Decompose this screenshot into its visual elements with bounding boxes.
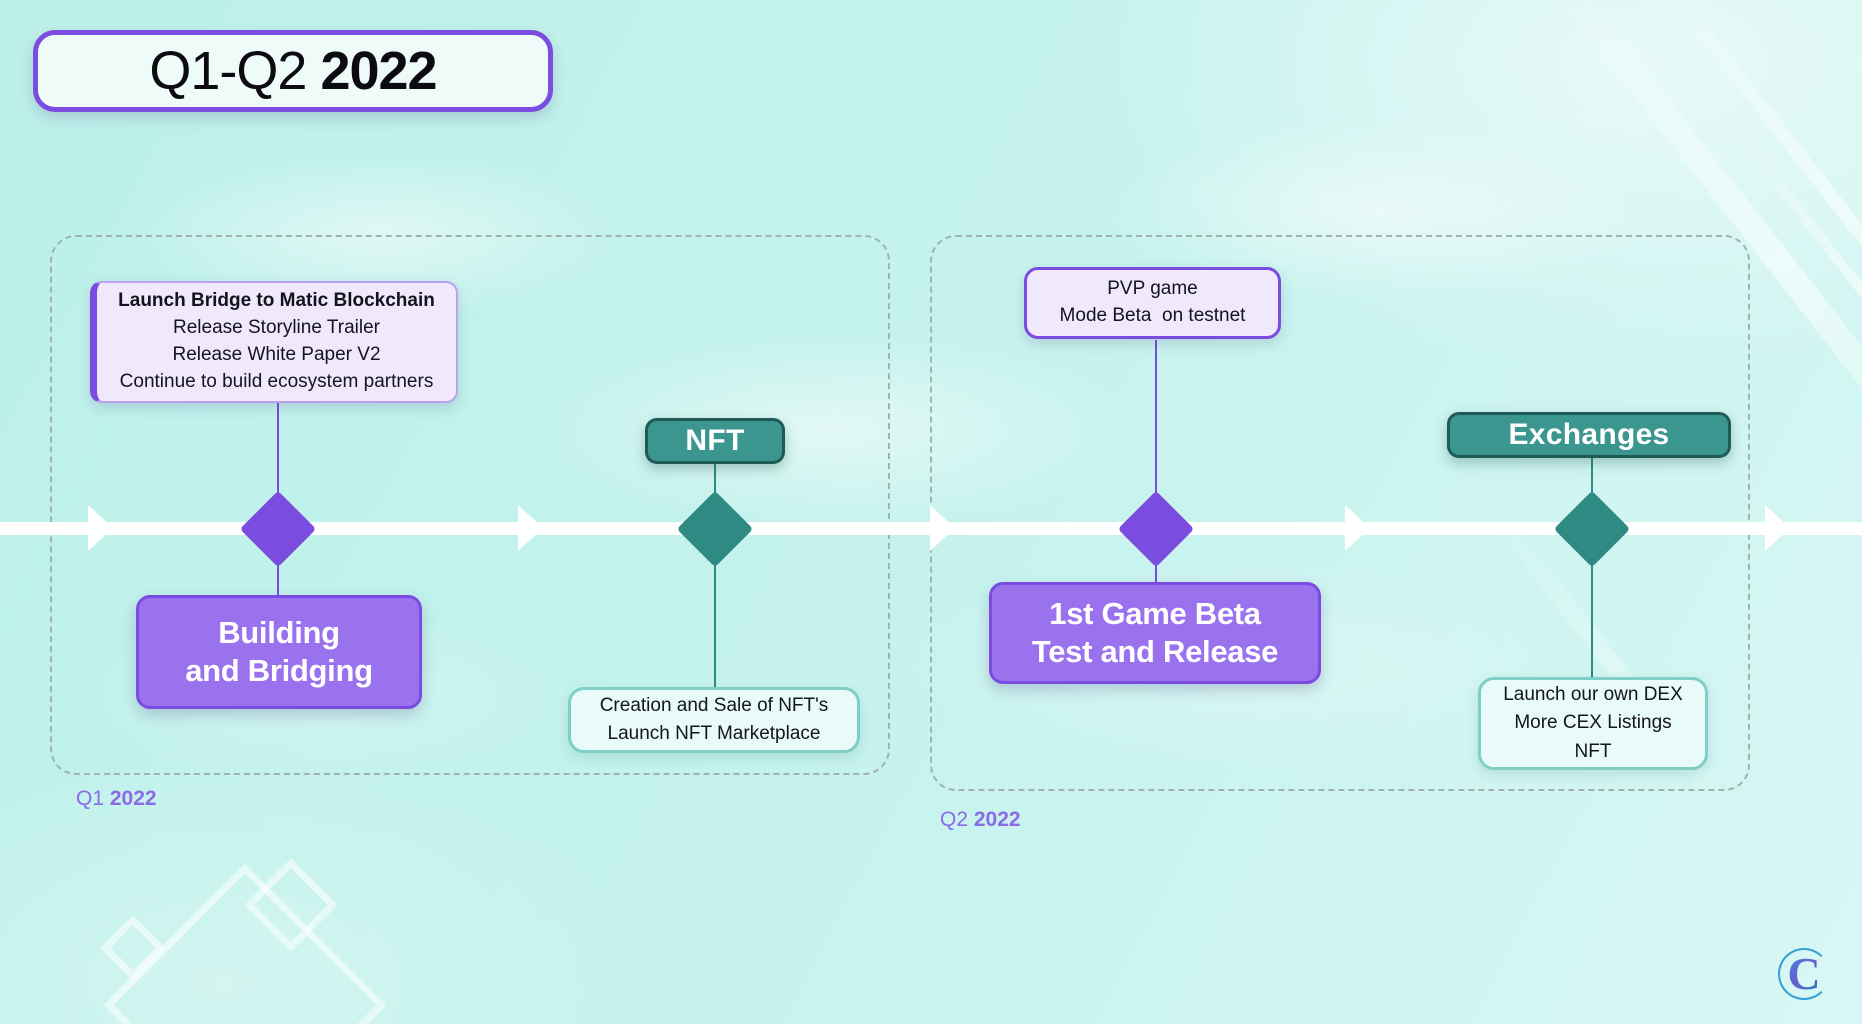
page-title: Q1-Q2 2022 (149, 40, 437, 102)
quarter-label-q1-q: Q1 (76, 787, 110, 810)
title-prefix: Q1-Q2 (149, 41, 321, 101)
detail-card-line: Launch our own DEX (1503, 683, 1683, 705)
timeline-arrow (1345, 505, 1370, 551)
detail-card-line: Launch NFT Marketplace (607, 723, 821, 744)
detail-card-line: Creation and Sale of NFT's (599, 694, 829, 716)
detail-card-building-and-bridging[interactable]: Launch Bridge to Matic Blockchain Releas… (90, 281, 458, 403)
roadmap-slide: Q1-Q2 2022 Q1 2022 Q2 2022 Launch Bridge… (0, 0, 1862, 1024)
detail-card-line: Release Storyline Trailer (173, 317, 380, 339)
quarter-label-q1-year: 2022 (109, 787, 157, 810)
detail-card-line: Mode Beta on testnet (1059, 305, 1246, 326)
connector-line-nft (714, 455, 716, 690)
main-card-first-game-beta[interactable]: 1st Game Beta Test and Release (989, 582, 1321, 684)
badge-nft[interactable]: NFT (645, 418, 785, 464)
detail-card-line: Continue to build ecosystem partners (119, 370, 434, 392)
timeline-arrow (518, 505, 543, 551)
title-year: 2022 (320, 41, 437, 101)
timeline-arrow (88, 505, 113, 551)
decorative-diamond (103, 863, 387, 1024)
badge-exchanges-label: Exchanges (1508, 418, 1670, 451)
detail-card-line: NFT (1574, 740, 1612, 762)
main-card-line: Building (218, 614, 340, 650)
quarter-label-q1: Q1 2022 (76, 787, 157, 811)
brand-logo: C (1776, 946, 1832, 1002)
badge-exchanges[interactable]: Exchanges (1447, 412, 1731, 458)
detail-card-nft[interactable]: Creation and Sale of NFT's Launch NFT Ma… (568, 687, 860, 753)
detail-card-first-game-beta[interactable]: PVP game Mode Beta on testnet (1024, 267, 1281, 339)
quarter-label-q2: Q2 2022 (940, 808, 1021, 832)
timeline-arrow (930, 505, 955, 551)
main-card-line: 1st Game Beta (1049, 595, 1261, 631)
decorative-diamond (244, 858, 338, 952)
detail-card-line: Release White Paper V2 (172, 344, 381, 365)
decorative-diamond (100, 915, 166, 981)
quarter-label-q2-year: 2022 (973, 808, 1021, 831)
detail-card-line: More CEX Listings (1514, 712, 1672, 734)
quarter-label-q2-q: Q2 (940, 808, 974, 831)
slide-title-badge: Q1-Q2 2022 (33, 30, 553, 112)
main-card-line: and Bridging (185, 653, 373, 688)
detail-card-exchanges[interactable]: Launch our own DEX More CEX Listings NFT (1478, 677, 1708, 770)
main-card-building-and-bridging[interactable]: Building and Bridging (136, 595, 422, 709)
badge-nft-label: NFT (685, 424, 745, 457)
detail-card-lead: Launch Bridge to Matic Blockchain (118, 290, 435, 312)
detail-card-line: PVP game (1107, 278, 1198, 300)
main-card-line: Test and Release (1031, 634, 1279, 669)
logo-ring-icon (1778, 948, 1830, 1000)
timeline-arrow (1765, 505, 1790, 551)
